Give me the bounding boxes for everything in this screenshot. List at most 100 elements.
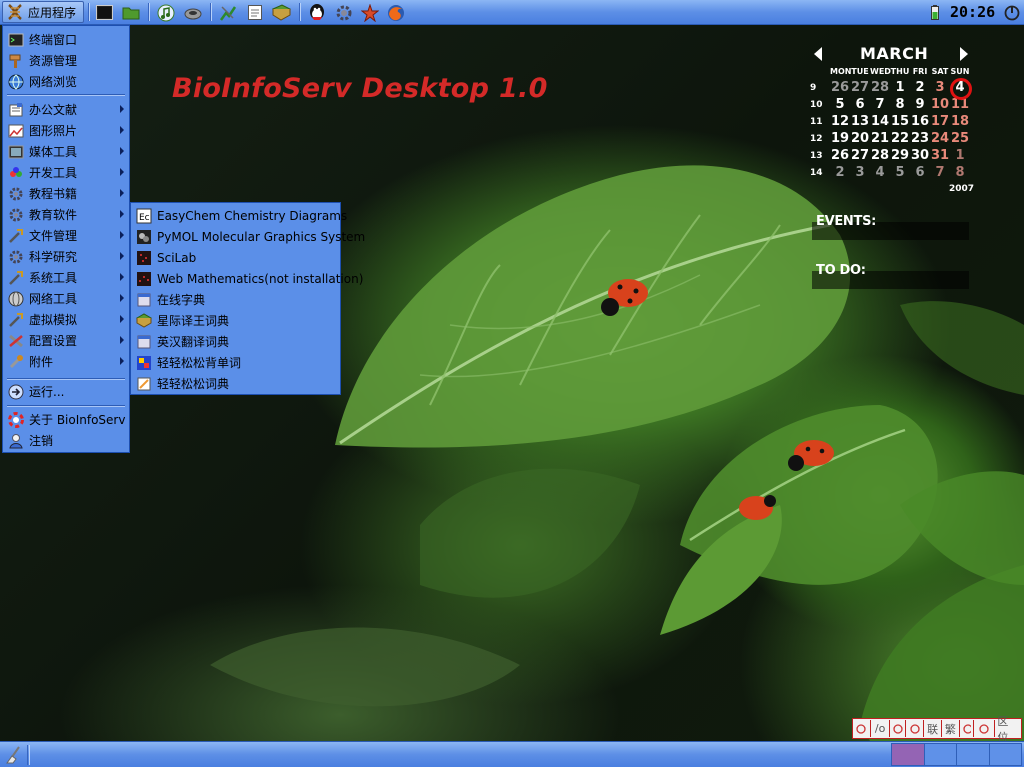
- menu-item-logout[interactable]: 注销: [3, 430, 129, 451]
- submenu-item-9[interactable]: 轻轻松松词典: [131, 373, 340, 394]
- terminal-launcher[interactable]: [95, 3, 114, 22]
- battery-indicator[interactable]: [925, 3, 944, 22]
- window-list[interactable]: [30, 742, 888, 767]
- calendar-day[interactable]: 9: [910, 97, 930, 112]
- star-tool-launcher[interactable]: [360, 3, 379, 22]
- menu-item-4[interactable]: 办公文献: [3, 99, 129, 120]
- calendar-day[interactable]: 23: [910, 131, 930, 146]
- calendar-day[interactable]: 31: [930, 148, 950, 163]
- disc-burner-launcher[interactable]: [183, 3, 202, 22]
- calendar-day[interactable]: 24: [930, 131, 950, 146]
- calendar-day[interactable]: 27: [850, 80, 870, 95]
- calendar-day[interactable]: 5: [890, 165, 910, 180]
- calendar-day[interactable]: 19: [830, 131, 850, 146]
- calendar-day[interactable]: 10: [930, 97, 950, 112]
- submenu-item-7[interactable]: 英汉翻译词典: [131, 331, 340, 352]
- qq-launcher[interactable]: [307, 3, 326, 22]
- traditional-icon[interactable]: 繁: [942, 720, 960, 737]
- folder-launcher[interactable]: [121, 3, 140, 22]
- text-editor-launcher[interactable]: [245, 3, 264, 22]
- applications-menu-button[interactable]: 应用程序: [2, 1, 84, 23]
- calendar-day[interactable]: 2: [910, 80, 930, 95]
- submenu-item-6[interactable]: 星际译王词典: [131, 310, 340, 331]
- menu-item-12[interactable]: 系统工具: [3, 267, 129, 288]
- calendar-day[interactable]: 4: [870, 165, 890, 180]
- calendar-day[interactable]: 26: [830, 148, 850, 163]
- calendar-day[interactable]: 13: [850, 114, 870, 129]
- calendar-day[interactable]: 14: [870, 114, 890, 129]
- books-launcher[interactable]: [272, 3, 291, 22]
- calendar-day[interactable]: 22: [890, 131, 910, 146]
- linux-penguin-icon[interactable]: [853, 720, 871, 737]
- workspace-2[interactable]: [924, 744, 957, 765]
- calendar-day[interactable]: 2: [830, 165, 850, 180]
- calendar-day[interactable]: 26: [830, 80, 850, 95]
- calendar-day[interactable]: 16: [910, 114, 930, 129]
- calendar-day[interactable]: 1: [950, 148, 970, 163]
- next-month-arrow-icon[interactable]: [960, 47, 968, 61]
- calendar-day[interactable]: 21: [870, 131, 890, 146]
- menu-item-11[interactable]: 科学研究: [3, 246, 129, 267]
- calendar-day[interactable]: 6: [850, 97, 870, 112]
- punctuation-icon[interactable]: [906, 720, 925, 737]
- calendar-day[interactable]: 28: [870, 148, 890, 163]
- calendar-day[interactable]: 28: [870, 80, 890, 95]
- calendar-day[interactable]: 12: [830, 114, 850, 129]
- settings-launcher[interactable]: [334, 3, 353, 22]
- input-mode-icon[interactable]: /o: [871, 720, 891, 737]
- lianxiang-icon[interactable]: 联: [924, 720, 942, 737]
- workspace-4[interactable]: [989, 744, 1021, 765]
- submenu-item-1[interactable]: Ec EasyChem Chemistry Diagrams: [131, 205, 347, 226]
- menu-item-6[interactable]: 媒体工具: [3, 141, 129, 162]
- workspace-1[interactable]: [892, 744, 925, 765]
- calendar-day[interactable]: 5: [830, 97, 850, 112]
- region-icon[interactable]: 区位: [995, 715, 1021, 744]
- chart-tool-launcher[interactable]: [218, 3, 237, 22]
- submenu-item-3[interactable]: SciLab: [131, 247, 340, 268]
- calendar-day[interactable]: 7: [930, 165, 950, 180]
- menu-item-9[interactable]: 教育软件: [3, 204, 129, 225]
- lock-icon[interactable]: [960, 720, 974, 737]
- menu-item-10[interactable]: 文件管理: [3, 225, 129, 246]
- submenu-item-8[interactable]: 轻轻松松背单词: [131, 352, 340, 373]
- calendar-day[interactable]: 7: [870, 97, 890, 112]
- menu-item-3[interactable]: 网络浏览: [3, 71, 129, 92]
- calendar-day[interactable]: 3: [930, 80, 950, 95]
- calendar-day[interactable]: 6: [910, 165, 930, 180]
- submenu-item-2[interactable]: PyMOL Molecular Graphics System: [131, 226, 365, 247]
- firefox-launcher[interactable]: [386, 3, 405, 22]
- shutdown-button[interactable]: [1002, 3, 1021, 22]
- menu-item-about[interactable]: 关于 BioInfoServ: [3, 409, 129, 430]
- clock[interactable]: 20:26: [950, 3, 995, 21]
- submenu-item-5[interactable]: 在线字典: [131, 289, 340, 310]
- calendar-day[interactable]: 8: [950, 165, 970, 180]
- menu-item-16[interactable]: 附件: [3, 351, 129, 372]
- calendar-day[interactable]: 18: [950, 114, 970, 129]
- menu-item-8[interactable]: 教程书籍: [3, 183, 129, 204]
- menu-item-7[interactable]: 开发工具: [3, 162, 129, 183]
- calendar-day[interactable]: 29: [890, 148, 910, 163]
- menu-item-14[interactable]: 虚拟模拟: [3, 309, 129, 330]
- calendar-day[interactable]: 8: [890, 97, 910, 112]
- calendar-day[interactable]: 25: [950, 131, 970, 146]
- menu-item-run[interactable]: 运行...: [3, 381, 129, 402]
- calendar-day[interactable]: 1: [890, 80, 910, 95]
- calendar-day[interactable]: 15: [890, 114, 910, 129]
- submenu-item-4[interactable]: Web Mathematics(not installation): [131, 268, 363, 289]
- workspace-3[interactable]: [957, 744, 990, 765]
- previous-month-arrow-icon[interactable]: [814, 47, 822, 61]
- keyboard-icon[interactable]: [974, 720, 996, 737]
- calendar-day[interactable]: 20: [850, 131, 870, 146]
- show-desktop-button[interactable]: [3, 744, 25, 765]
- calendar-day[interactable]: 3: [850, 165, 870, 180]
- menu-item-5[interactable]: 图形照片: [3, 120, 129, 141]
- menu-item-1[interactable]: 终端窗口: [3, 29, 129, 50]
- menu-item-2[interactable]: 资源管理: [3, 50, 129, 71]
- menu-item-13[interactable]: 网络工具: [3, 288, 129, 309]
- menu-item-15[interactable]: 配置设置: [3, 330, 129, 351]
- calendar-day[interactable]: 17: [930, 114, 950, 129]
- calendar-day[interactable]: 27: [850, 148, 870, 163]
- calendar-day[interactable]: 30: [910, 148, 930, 163]
- music-player-launcher[interactable]: [156, 3, 175, 22]
- pen-icon[interactable]: [890, 720, 907, 737]
